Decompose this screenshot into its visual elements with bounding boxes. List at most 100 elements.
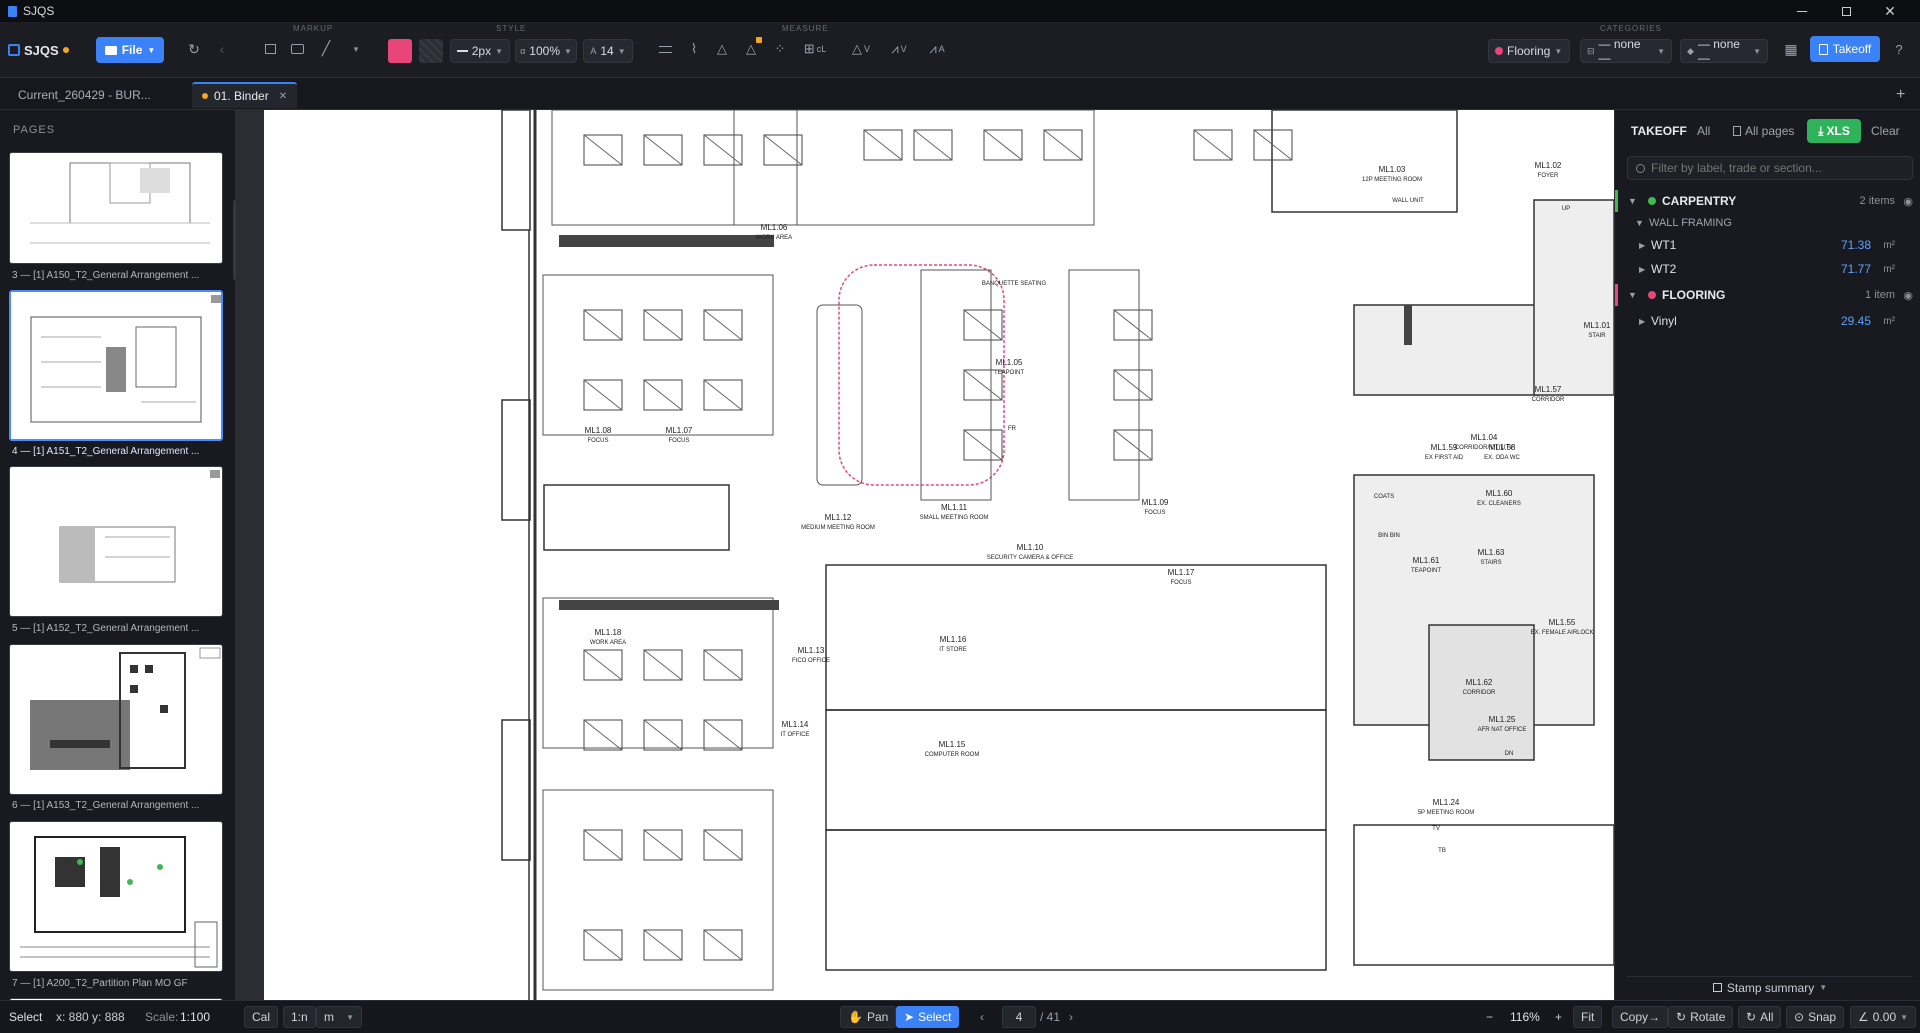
takeoff-filter-all[interactable]: All (1697, 124, 1710, 138)
section-color-dot (1648, 291, 1656, 299)
filter-input[interactable] (1651, 161, 1901, 175)
eye-icon[interactable]: ◉ (1903, 289, 1913, 302)
section-flooring[interactable]: ▼ FLOORING 1 item ◉ (1615, 284, 1920, 306)
page-number-input[interactable]: 4 (1002, 1006, 1036, 1028)
takeoff-item-wt1[interactable]: ▶ WT1 71.38 m² (1615, 234, 1920, 256)
rotate-button[interactable]: ↻ Rotate (1668, 1006, 1734, 1028)
calibrate-button[interactable]: Cal (244, 1006, 279, 1028)
rectangle-tool[interactable] (262, 41, 278, 57)
takeoff-item-wt2[interactable]: ▶ WT2 71.77 m² (1615, 258, 1920, 280)
all-pages-toggle[interactable]: All pages (1733, 124, 1794, 138)
chevron-left-icon: ‹ (980, 1010, 984, 1024)
subgroup-wall-framing[interactable]: ▼ WALL FRAMING (1615, 214, 1920, 232)
close-window-button[interactable]: ✕ (1868, 0, 1912, 22)
count-tool[interactable]: ⁘ (771, 40, 789, 58)
restore-button[interactable] (1824, 0, 1868, 22)
page-thumbnail-5[interactable] (9, 466, 223, 617)
line-tool[interactable]: ╱ (318, 40, 334, 56)
room-name-label: FOCUS (588, 438, 609, 444)
badge-icon (756, 37, 762, 43)
desk-cross (1043, 129, 1083, 161)
page-thumbnail-6[interactable] (9, 644, 223, 795)
cloud-tool[interactable] (289, 41, 305, 57)
area-count-tool[interactable]: △ (742, 37, 762, 58)
markup-more-button[interactable]: ▼ (349, 41, 363, 57)
area-tool[interactable]: △ (713, 40, 731, 58)
undo-button[interactable]: ↻ (185, 40, 203, 58)
next-page-button[interactable]: › (1069, 1001, 1073, 1033)
opacity-select[interactable]: α 100% ▼ (515, 39, 577, 63)
fill-color-swatch[interactable] (388, 39, 412, 63)
rotate-all-button[interactable]: ↻ All (1738, 1006, 1782, 1028)
drawing-canvas[interactable]: ML1.03 12P MEETING ROOM ML1.02 FOYER ML1.06 W… (236, 110, 1614, 1000)
trade-select[interactable]: ⊟ — none — ▼ (1580, 37, 1672, 65)
section-select[interactable]: ◆ — none — ▼ (1680, 37, 1768, 65)
room-name-label: FOYER (1538, 173, 1559, 179)
section-carpentry[interactable]: ▼ CARPENTRY 2 items ◉ (1615, 190, 1920, 212)
room-id-label: ML1.61 (1413, 556, 1440, 565)
room-name-label: FOCUS (1145, 510, 1166, 516)
redo-icon: ‹ (219, 41, 225, 57)
select-button[interactable]: ➤ Select (896, 1006, 960, 1028)
vertex-tool[interactable]: △ V (847, 40, 875, 58)
file-menu-button[interactable]: File ▼ (96, 37, 164, 63)
desk-cross (1113, 369, 1153, 401)
room-id-label: ML1.06 (761, 223, 788, 232)
desk-cross (643, 829, 683, 861)
zoom-in-button[interactable]: + (1555, 1001, 1562, 1033)
chevron-down-icon: ▼ (564, 46, 572, 56)
page-thumbnail-3[interactable] (9, 152, 223, 264)
vertex-line-tool[interactable]: ⩘ V (884, 40, 914, 58)
font-size-select[interactable]: A 14 ▼ (583, 39, 633, 63)
clear-button[interactable]: Clear (1871, 124, 1900, 138)
export-xls-button[interactable]: ⤓ XLS (1807, 119, 1861, 143)
eye-icon[interactable]: ◉ (1903, 195, 1913, 208)
ratio-button[interactable]: 1:n (283, 1006, 316, 1028)
logo[interactable]: SJQS (8, 38, 69, 62)
thumbnail-drawing (30, 295, 221, 423)
current-mode: Select (9, 1010, 43, 1024)
tab-current[interactable]: Current_260429 - BUR... (8, 82, 161, 108)
drawing-sheet[interactable]: ML1.03 12P MEETING ROOM ML1.02 FOYER ML1.06 W… (264, 110, 1614, 1000)
window-title: SJQS (23, 4, 55, 18)
category-select[interactable]: Flooring ▼ (1488, 39, 1570, 63)
length-tool[interactable] (656, 40, 674, 58)
help-button[interactable]: ? (1890, 40, 1908, 58)
thumbnail-drawing (30, 647, 221, 770)
pages-heading: PAGES (13, 124, 56, 136)
takeoff-item-vinyl[interactable]: ▶ Vinyl 29.45 m² (1615, 310, 1920, 332)
page-thumbnail-4[interactable] (9, 290, 223, 441)
pan-button[interactable]: ✋ Pan (840, 1006, 897, 1028)
polyline-tool[interactable]: ⌇ (685, 40, 703, 58)
grid-count-tool[interactable]: ⊞ cL (799, 40, 831, 58)
redo-button[interactable]: ‹ (213, 40, 231, 58)
page-thumbnail-7[interactable] (9, 821, 223, 972)
room-name-label: IT STORE (939, 647, 966, 653)
layout-grid-button[interactable]: ▦ (1782, 40, 1800, 58)
thumbnail-drawing (20, 836, 218, 968)
tag-icon: ◆ (1687, 45, 1694, 56)
snap-toggle[interactable]: ⊙ Snap (1786, 1006, 1845, 1028)
angle-select[interactable]: ∠ 0.00 ▼ (1850, 1006, 1917, 1028)
minimize-button[interactable] (1780, 0, 1824, 22)
tab-binder[interactable]: 01. Binder ✕ (192, 82, 298, 108)
stamp-summary-button[interactable]: Stamp summary ▼ (1627, 976, 1913, 998)
close-tab-icon[interactable]: ✕ (279, 91, 287, 102)
room-id-label: ML1.13 (798, 646, 825, 655)
takeoff-button[interactable]: Takeoff (1810, 36, 1880, 62)
desk-cross (583, 309, 623, 341)
copy-button[interactable]: Copy→ (1612, 1006, 1669, 1028)
fit-button[interactable]: Fit (1573, 1006, 1603, 1028)
unit-select[interactable]: m ▼ (316, 1006, 362, 1028)
filter-box[interactable] (1627, 156, 1913, 180)
desk-cross (703, 134, 743, 166)
new-tab-button[interactable]: + (1886, 82, 1915, 108)
chevron-down-icon: ▼ (147, 45, 156, 55)
prev-page-button[interactable]: ‹ (980, 1001, 984, 1033)
area-label-tool[interactable]: ⩘ A (922, 40, 952, 58)
room-id-label: ML1.25 (1489, 715, 1516, 724)
stroke-color-swatch[interactable] (419, 39, 443, 63)
floor-plan: ML1.03 12P MEETING ROOM ML1.02 FOYER ML1.06 W… (501, 110, 1614, 1000)
stroke-width-select[interactable]: 2px ▼ (450, 39, 510, 63)
zoom-out-button[interactable]: − (1486, 1001, 1493, 1033)
